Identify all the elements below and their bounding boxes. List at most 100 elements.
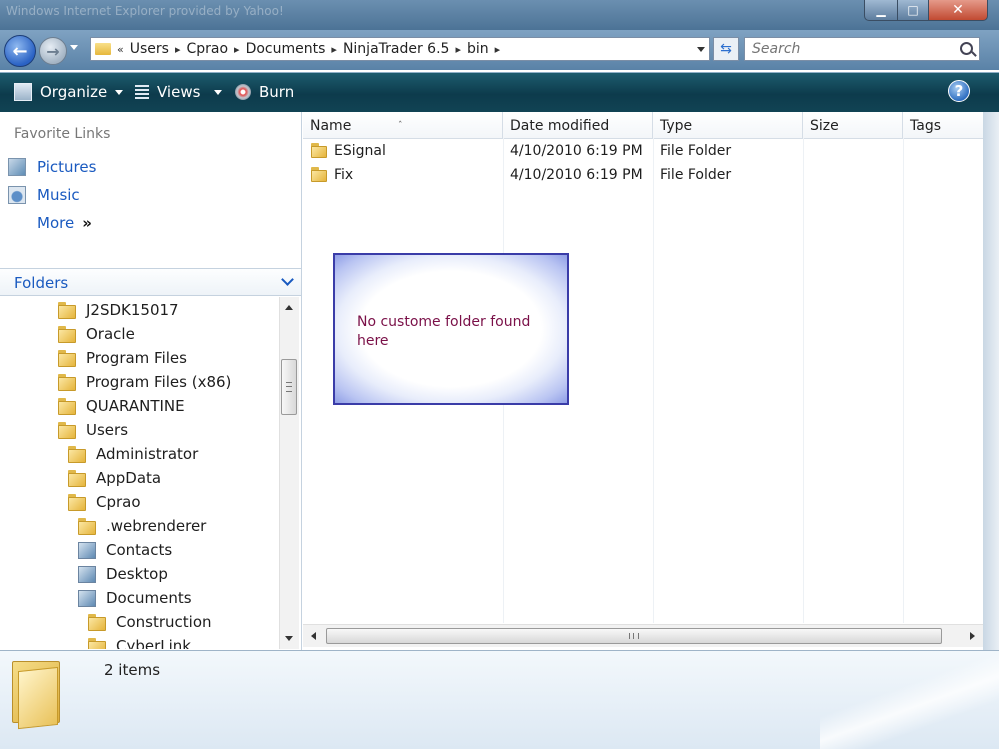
tree-item-label: CyberLink bbox=[116, 637, 191, 649]
tree-item-label: Cprao bbox=[96, 493, 141, 511]
views-label: Views bbox=[157, 83, 201, 101]
music-icon bbox=[8, 186, 26, 204]
more-link[interactable]: More » bbox=[37, 214, 92, 232]
search-box[interactable] bbox=[744, 37, 980, 61]
search-input[interactable] bbox=[750, 40, 954, 58]
chevron-down-icon[interactable] bbox=[281, 273, 294, 286]
tree-item[interactable]: QUARANTINE bbox=[58, 395, 185, 417]
details-pane: 2 items bbox=[0, 650, 999, 750]
scroll-up-icon[interactable] bbox=[285, 305, 293, 310]
column-divider bbox=[653, 138, 654, 623]
scroll-thumb[interactable] bbox=[326, 628, 942, 644]
breadcrumb-bin[interactable]: bin bbox=[467, 41, 489, 57]
tree-item-label: Desktop bbox=[106, 565, 168, 583]
refresh-button[interactable]: ⇆ bbox=[713, 37, 739, 61]
breadcrumb-ninjatrader[interactable]: NinjaTrader 6.5 bbox=[343, 41, 450, 57]
folder-icon bbox=[88, 637, 106, 649]
address-bar[interactable]: « Users ▸ Cprao ▸ Documents ▸ NinjaTrade… bbox=[90, 37, 710, 61]
tree-item-label: Program Files (x86) bbox=[86, 373, 232, 391]
views-icon bbox=[135, 85, 149, 99]
breadcrumb-arrow-icon[interactable]: ▸ bbox=[234, 43, 240, 56]
organize-button[interactable]: Organize bbox=[14, 83, 124, 101]
tree-item-label: QUARANTINE bbox=[86, 397, 185, 415]
tree-item[interactable]: J2SDK15017 bbox=[58, 299, 179, 321]
tree-item-label: Users bbox=[86, 421, 129, 439]
tree-item[interactable]: Construction bbox=[88, 611, 212, 633]
burn-button[interactable]: Burn bbox=[235, 83, 294, 101]
tree-item[interactable]: Users bbox=[58, 419, 128, 441]
chevron-down-icon bbox=[214, 89, 223, 95]
tree-item[interactable]: Desktop bbox=[78, 563, 168, 585]
search-icon[interactable] bbox=[960, 42, 973, 55]
item-count: 2 items bbox=[104, 661, 161, 679]
file-type: File Folder bbox=[660, 143, 732, 159]
column-header-name[interactable]: Name ˆ bbox=[303, 112, 503, 138]
tree-item[interactable]: Cprao bbox=[68, 491, 141, 513]
favorite-link-label: Pictures bbox=[37, 158, 97, 176]
double-chevron-icon: » bbox=[82, 214, 92, 232]
breadcrumb-arrow-icon[interactable]: ▸ bbox=[175, 43, 181, 56]
tree-item[interactable]: Program Files bbox=[58, 347, 187, 369]
folders-header[interactable]: Folders bbox=[0, 268, 301, 296]
folder-large-icon bbox=[12, 661, 62, 730]
disc-icon bbox=[235, 84, 251, 100]
scroll-left-icon[interactable] bbox=[311, 632, 316, 640]
chevron-down-icon bbox=[115, 89, 124, 95]
help-button[interactable]: ? bbox=[948, 80, 970, 102]
back-button[interactable]: ← bbox=[4, 35, 36, 67]
column-header-type[interactable]: Type bbox=[653, 112, 803, 138]
tree-item[interactable]: AppData bbox=[68, 467, 161, 489]
folder-icon bbox=[58, 421, 76, 439]
tree-item[interactable]: Administrator bbox=[68, 443, 198, 465]
scroll-down-icon[interactable] bbox=[285, 636, 293, 641]
folder-tree-scrollbar[interactable] bbox=[279, 297, 299, 649]
breadcrumb-arrow-icon[interactable]: ▸ bbox=[455, 43, 461, 56]
file-row-esignal[interactable]: ESignal 4/10/2010 6:19 PM File Folder bbox=[303, 140, 983, 164]
navigation-pane: Favorite Links Pictures Music More » Fol… bbox=[0, 112, 302, 650]
breadcrumb-arrow-icon[interactable]: ▸ bbox=[495, 43, 501, 56]
tree-item[interactable]: Documents bbox=[78, 587, 192, 609]
folders-title: Folders bbox=[14, 274, 69, 292]
tree-item[interactable]: Program Files (x86) bbox=[58, 371, 231, 393]
window-edge bbox=[983, 112, 999, 650]
column-header-date[interactable]: Date modified bbox=[503, 112, 653, 138]
maximize-button[interactable]: □ bbox=[897, 0, 929, 21]
folder-icon bbox=[58, 373, 76, 391]
scroll-right-icon[interactable] bbox=[970, 632, 975, 640]
minimize-button[interactable]: ▁ bbox=[864, 0, 898, 21]
forward-button[interactable]: → bbox=[39, 37, 67, 65]
folder-icon bbox=[58, 325, 76, 343]
favorite-link-label: Music bbox=[37, 186, 80, 204]
title-bar: Windows Internet Explorer provided by Ya… bbox=[0, 0, 999, 30]
folder-icon bbox=[58, 397, 76, 415]
file-name: ESignal bbox=[334, 143, 386, 159]
address-dropdown-icon[interactable] bbox=[697, 47, 705, 52]
favorite-link-music[interactable]: Music bbox=[8, 186, 80, 204]
tree-item[interactable]: CyberLink bbox=[88, 635, 191, 649]
breadcrumb-cprao[interactable]: Cprao bbox=[186, 41, 228, 57]
column-header-size[interactable]: Size bbox=[803, 112, 903, 138]
tree-item-label: Construction bbox=[116, 613, 212, 631]
tree-item-label: Documents bbox=[106, 589, 192, 607]
column-header-label: Name bbox=[310, 118, 352, 134]
favorite-link-pictures[interactable]: Pictures bbox=[8, 158, 96, 176]
breadcrumb-arrow-icon[interactable]: ▸ bbox=[331, 43, 337, 56]
file-row-fix[interactable]: Fix 4/10/2010 6:19 PM File Folder bbox=[303, 164, 983, 188]
grip-icon bbox=[629, 633, 639, 639]
breadcrumb-users[interactable]: Users bbox=[130, 41, 169, 57]
scroll-thumb[interactable] bbox=[281, 359, 297, 415]
command-bar: Organize Views Burn bbox=[0, 72, 999, 112]
file-date: 4/10/2010 6:19 PM bbox=[510, 167, 643, 183]
tree-item-label: .webrenderer bbox=[106, 517, 207, 535]
views-button[interactable]: Views bbox=[135, 83, 223, 101]
column-header-tags[interactable]: Tags bbox=[903, 112, 983, 138]
recent-pages-dropdown[interactable] bbox=[70, 45, 78, 50]
overflow-chevron[interactable]: « bbox=[117, 43, 124, 56]
tree-item[interactable]: .webrenderer bbox=[78, 515, 206, 537]
close-button[interactable]: ✕ bbox=[928, 0, 988, 21]
tree-item[interactable]: Oracle bbox=[58, 323, 135, 345]
folder-icon bbox=[58, 349, 76, 367]
tree-item[interactable]: Contacts bbox=[78, 539, 172, 561]
file-list-hscrollbar[interactable] bbox=[303, 624, 983, 647]
breadcrumb-documents[interactable]: Documents bbox=[246, 41, 326, 57]
